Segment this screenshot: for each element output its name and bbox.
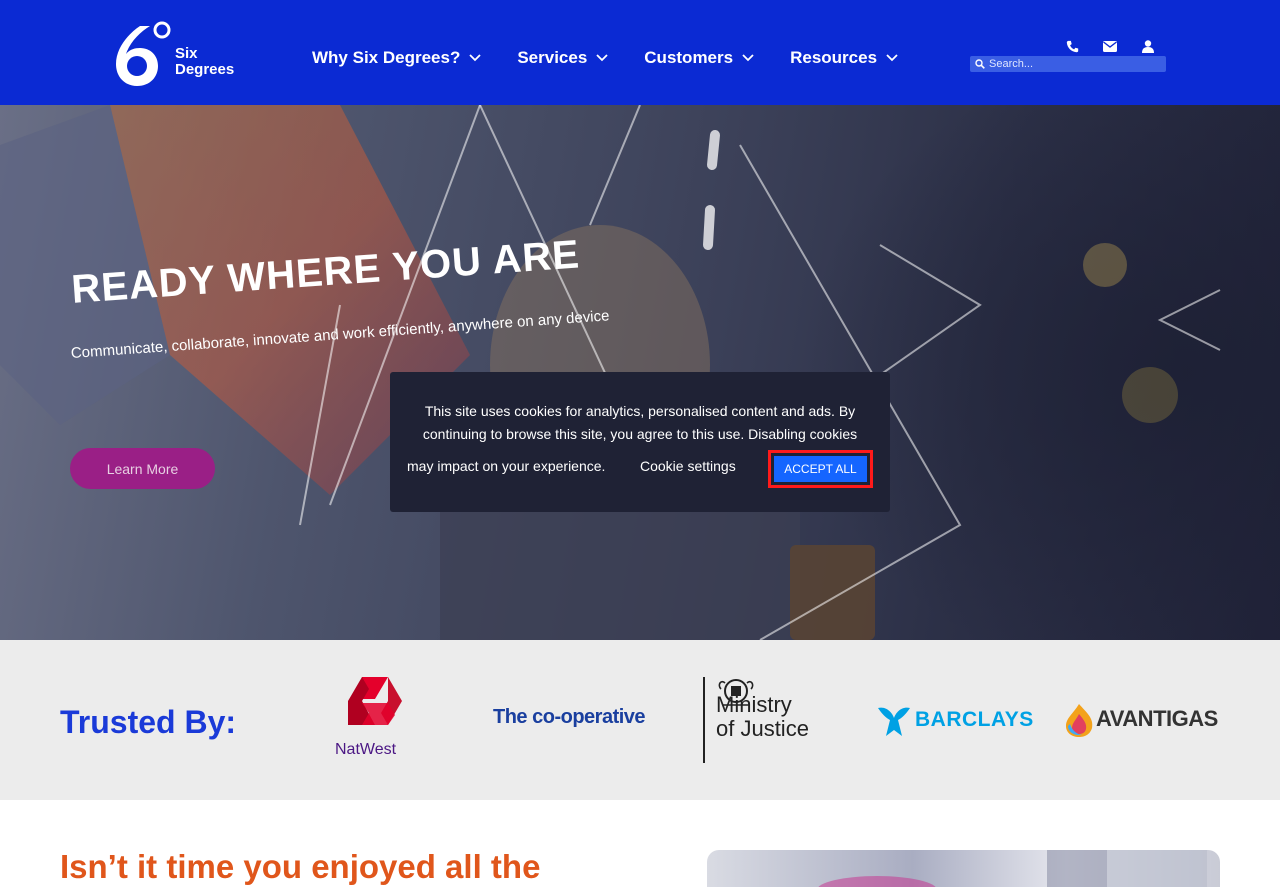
moj-line-2: of Justice — [716, 716, 809, 741]
accept-all-highlight: ACCEPT ALL — [768, 450, 873, 488]
section-heading: Isn’t it time you enjoyed all the — [60, 848, 541, 885]
nav-label: Resources — [790, 48, 878, 67]
moj-line-1: Ministry — [716, 692, 792, 717]
six-degrees-logo-mark — [116, 21, 171, 86]
main-nav: Why Six Degrees? Services Customers Reso… — [312, 48, 934, 68]
search-input[interactable] — [989, 58, 1159, 70]
natwest-logo-mark — [348, 677, 402, 725]
office-image-graphic — [818, 850, 1207, 887]
search-box[interactable] — [970, 56, 1166, 72]
six-degrees-logo[interactable]: Six Degrees — [110, 20, 240, 88]
chevron-down-icon — [742, 54, 754, 62]
cookie-consent-dialog: This site uses cookies for analytics, pe… — [390, 372, 890, 512]
barclays-eagle-icon — [876, 702, 912, 740]
logo-line-2: Degrees — [175, 61, 235, 78]
phone-icon[interactable] — [1064, 38, 1080, 54]
coop-logo: The co-operative — [493, 706, 646, 728]
trusted-by-title: Trusted By: — [60, 704, 237, 740]
chevron-down-icon — [886, 54, 898, 62]
cookie-settings-link[interactable]: Cookie settings — [640, 458, 736, 474]
cookie-message-end: may impact on your experience. — [407, 458, 606, 474]
site-header: Six Degrees Why Six Degrees? Services Cu… — [0, 0, 1280, 105]
barclays-wordmark: BARCLAYS — [915, 708, 1034, 731]
avantigas-wordmark: AVANTIGAS — [1096, 706, 1218, 731]
nav-label: Why Six Degrees? — [312, 48, 461, 67]
natwest-logo — [340, 677, 410, 737]
chevron-down-icon — [469, 54, 481, 62]
nav-customers[interactable]: Customers — [644, 48, 754, 68]
nav-services[interactable]: Services — [517, 48, 608, 68]
logo-line-1: Six — [175, 45, 198, 62]
office-image — [707, 850, 1220, 887]
nav-label: Customers — [644, 48, 734, 67]
utility-icons — [1064, 38, 1178, 54]
natwest-wordmark: NatWest — [335, 741, 397, 758]
avantigas-flame-icon — [1062, 702, 1096, 738]
ministry-of-justice-wordmark: Ministry of Justice — [716, 693, 809, 741]
learn-more-button[interactable]: Learn More — [70, 448, 215, 489]
logo-wordmark: Six Degrees — [175, 46, 234, 78]
cookie-message: This site uses cookies for analytics, pe… — [422, 403, 858, 442]
envelope-icon[interactable] — [1102, 38, 1118, 54]
chevron-down-icon — [596, 54, 608, 62]
nav-why-six-degrees[interactable]: Why Six Degrees? — [312, 48, 481, 68]
accept-all-button[interactable]: ACCEPT ALL — [774, 456, 867, 482]
nav-resources[interactable]: Resources — [790, 48, 898, 68]
user-icon[interactable] — [1140, 38, 1156, 54]
search-icon — [975, 59, 985, 69]
nav-label: Services — [517, 48, 588, 67]
